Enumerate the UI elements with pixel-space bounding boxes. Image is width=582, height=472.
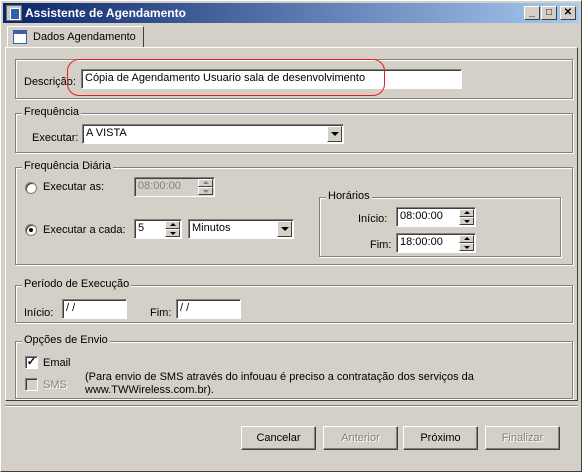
spin-down-icon[interactable] [459,217,474,225]
finish-button: Finalizar [485,426,560,450]
horario-fim-time[interactable]: 18:00:00 [396,233,476,253]
periodo-fim-date[interactable]: / / [176,299,241,319]
minimize-button[interactable]: _ [524,6,540,20]
executar-a-cada-radio[interactable] [25,224,37,236]
title-bar[interactable]: Assistente de Agendamento _ □ ✕ [3,3,579,23]
horario-inicio-value: 08:00:00 [400,210,443,222]
maximize-button[interactable]: □ [541,6,557,20]
period-legend: Período de Execução [22,278,132,290]
spin-down-icon [198,187,213,195]
horario-inicio-time[interactable]: 08:00:00 [396,207,476,227]
executar-as-radio[interactable] [25,182,37,194]
horario-inicio-label: Início: [358,213,388,225]
horario-fim-label: Fim: [370,239,392,251]
sms-note: (Para envio de SMS através do infouau é … [85,371,505,397]
next-button[interactable]: Próximo [403,426,478,450]
spin-up-icon[interactable] [459,235,474,243]
sms-label: SMS [43,379,67,391]
tab-label: Dados Agendamento [33,31,136,43]
chevron-down-icon[interactable] [327,126,342,142]
email-label: Email [43,357,71,369]
previous-button: Anterior [323,426,398,450]
intervalo-value: 5 [138,222,145,234]
scheduling-wizard-window: Assistente de Agendamento _ □ ✕ Dados Ag… [0,0,582,472]
daily-frequency-legend: Frequência Diária [22,160,113,172]
spin-up-icon [198,179,213,187]
calendar-icon [13,30,27,44]
spin-up-icon[interactable] [459,209,474,217]
app-icon [6,5,22,21]
executar-as-time: 08:00:00 [134,177,215,197]
sms-checkbox [25,378,38,391]
executar-as-value: 08:00:00 [138,180,181,192]
executar-select[interactable]: A VISTA [82,124,344,144]
unidade-select[interactable]: Minutos [188,219,294,239]
sms-note-line-1: (Para envio de SMS através do infouau é … [85,371,474,383]
intervalo-stepper[interactable]: 5 [134,219,182,239]
executar-as-label: Executar as: [43,181,105,193]
executar-value: A VISTA [86,127,127,139]
frequency-legend: Frequência [22,106,82,118]
executar-a-cada-label: Executar a cada: [43,224,126,236]
periodo-inicio-date[interactable]: / / [62,299,127,319]
spin-down-icon[interactable] [459,243,474,251]
periodo-fim-label: Fim: [150,307,172,319]
window-title: Assistente de Agendamento [25,6,186,20]
chevron-down-icon[interactable] [277,221,292,237]
unidade-value: Minutos [192,222,231,234]
highlight-annotation [67,59,385,96]
spin-up-icon[interactable] [165,221,180,229]
spin-down-icon[interactable] [165,229,180,237]
send-options-legend: Opções de Envio [22,334,110,346]
email-checkbox[interactable]: ✓ [25,356,38,369]
cancel-button[interactable]: Cancelar [241,426,316,450]
tab-dados-agendamento[interactable]: Dados Agendamento [7,26,144,48]
close-button[interactable]: ✕ [560,6,576,20]
executar-label: Executar: [32,132,79,144]
horario-fim-value: 18:00:00 [400,236,443,248]
horarios-legend: Horários [326,190,372,202]
periodo-inicio-label: Início: [24,307,54,319]
sms-note-line-2: www.TWWireless.com.br). [85,384,214,396]
